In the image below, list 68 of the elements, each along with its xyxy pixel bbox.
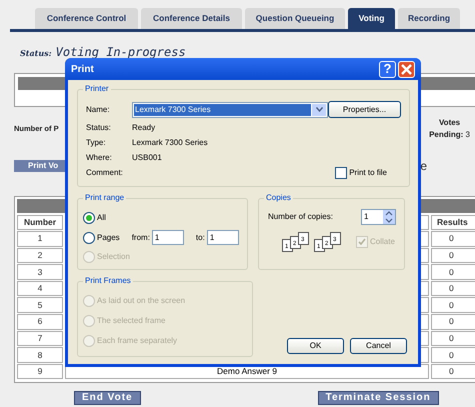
table-cell: 0 (431, 330, 475, 346)
table-cell: 9 (17, 364, 63, 380)
table-cell: 0 (431, 264, 475, 280)
table-cell: 8 (17, 347, 63, 363)
radio-label: Each frame separately (97, 335, 178, 347)
text-fragment: e (420, 158, 427, 175)
print-votes-button[interactable]: Print Vo (14, 160, 65, 172)
table-cell: 4 (17, 280, 63, 296)
from-label: from: (132, 232, 150, 244)
detail-value: USB001 (132, 152, 162, 164)
table-cell: 0 (431, 231, 475, 247)
tab[interactable]: Voting (348, 8, 395, 29)
radio-label: All (97, 212, 106, 224)
detail-label: Type: (86, 136, 107, 148)
print-to-file-checkbox[interactable] (335, 166, 348, 178)
table-cell: 0 (431, 364, 475, 380)
table-cell: 0 (431, 314, 475, 330)
column-header: Results (431, 215, 475, 230)
copies-spinner[interactable]: 1 (361, 209, 396, 225)
table-cell: 5 (17, 297, 63, 313)
group-legend: Copies (264, 192, 293, 204)
tab[interactable]: Recording (398, 8, 460, 29)
table-cell: 6 (17, 314, 63, 330)
radio-label: Pages (97, 232, 120, 244)
tab[interactable]: Conference Details (141, 8, 242, 29)
help-button[interactable]: ? (379, 60, 396, 78)
printer-select[interactable]: Lexmark 7300 Series (132, 102, 328, 118)
tab[interactable]: Question Queueing (245, 8, 345, 29)
status-label: Status: (20, 47, 52, 59)
status-value: Voting In-progress (56, 44, 186, 61)
table-cell: 0 (431, 248, 475, 264)
properties-button[interactable]: Properties... (328, 101, 401, 118)
dialog-title: Print (71, 62, 94, 76)
to-label: to: (196, 232, 205, 244)
print-to-file-label: Print to file (349, 166, 387, 178)
end-vote-button[interactable]: End Vote (74, 391, 141, 406)
table-cell: 0 (431, 347, 475, 363)
tab[interactable]: Conference Control (35, 8, 138, 29)
to-field[interactable]: 1 (206, 230, 239, 245)
radio-label: As laid out on the screen (97, 295, 186, 307)
name-label: Name: (86, 104, 111, 116)
table-cell: 7 (17, 330, 63, 346)
close-button[interactable] (398, 60, 415, 78)
detail-label: Comment: (86, 166, 124, 178)
spinner-arrows-icon (383, 210, 395, 224)
table-cell: 3 (17, 264, 63, 280)
close-icon (401, 64, 412, 74)
table-cell: 1 (17, 231, 63, 247)
detail-value: Ready (132, 122, 156, 134)
copies-label: Number of copies: (268, 211, 333, 223)
detail-value: Lexmark 7300 Series (132, 136, 208, 148)
table-cell: 0 (431, 297, 475, 313)
column-header: Number (17, 215, 63, 230)
terminate-session-button[interactable]: Terminate Session (318, 391, 439, 406)
detail-label: Status: (86, 122, 112, 134)
from-field[interactable]: 1 (152, 230, 184, 245)
table-cell: 2 (17, 248, 63, 264)
collate-label: Collate (370, 236, 395, 248)
votes-pending-label: Votes Pending: 3 (429, 117, 470, 141)
group-legend: Print range (83, 192, 126, 204)
table-cell: 0 (431, 280, 475, 296)
cancel-button[interactable]: Cancel (350, 338, 407, 354)
ok-button[interactable]: OK (287, 338, 344, 354)
radio-label: Selection (97, 251, 130, 263)
detail-label: Where: (86, 152, 113, 164)
radio-button[interactable] (83, 212, 95, 224)
radio-label: The selected frame (97, 315, 166, 327)
radio-button[interactable] (83, 232, 95, 244)
